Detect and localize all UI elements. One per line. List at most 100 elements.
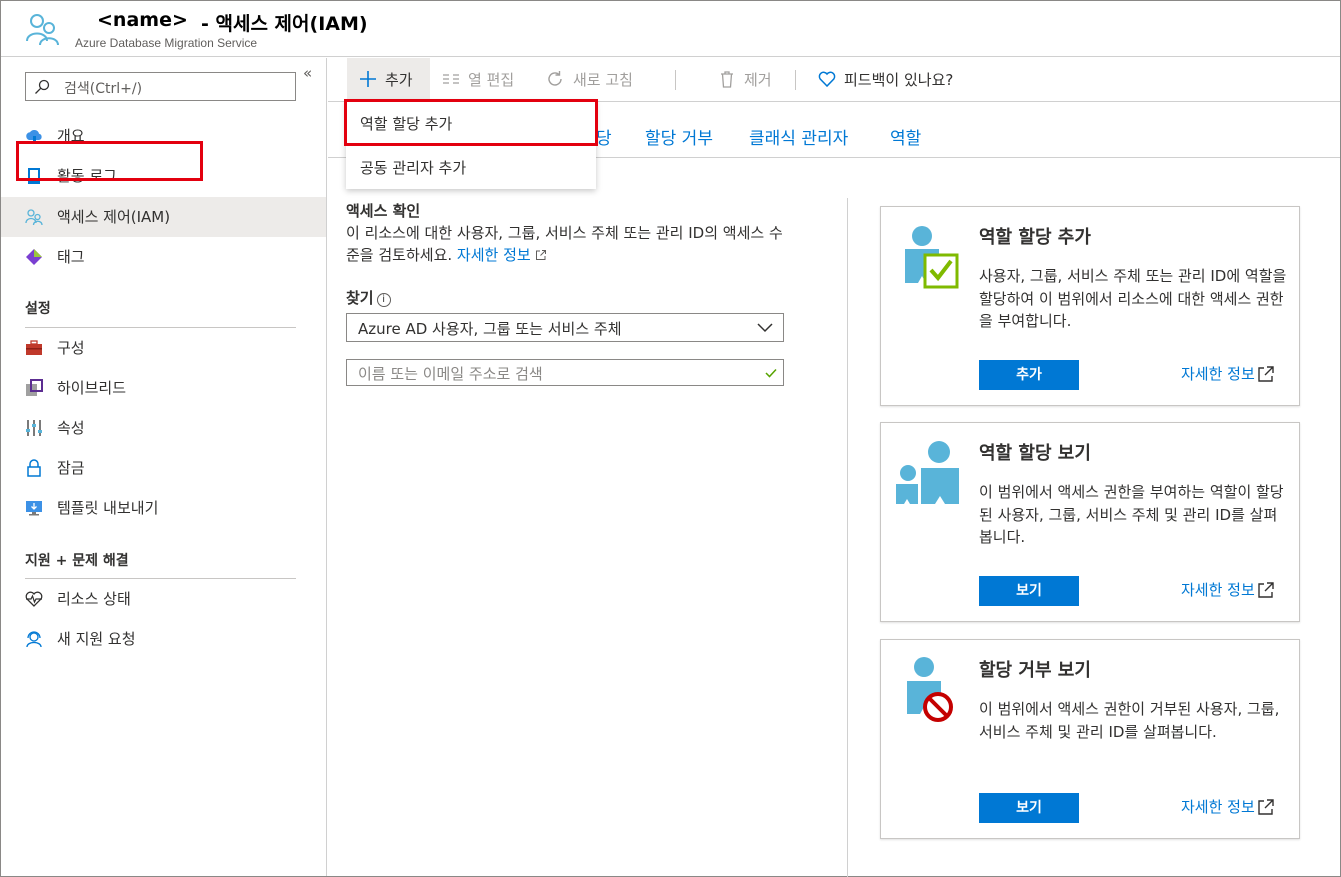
refresh-button[interactable]: 새로 고침: [545, 58, 633, 100]
add-button-label: 추가: [385, 70, 413, 89]
sidebar-item-label: 새 지원 요청: [57, 630, 136, 648]
card-title: 할당 거부 보기: [979, 660, 1091, 681]
collapse-sidebar-button[interactable]: «: [303, 64, 312, 82]
heart-pulse-icon: [25, 591, 43, 607]
users-icon: [26, 14, 59, 46]
section-title-settings: 설정: [25, 301, 51, 317]
remove-label: 제거: [744, 70, 772, 89]
export-template-icon: [26, 501, 42, 516]
learn-more-label: 자세한 정보: [456, 246, 531, 264]
check-access-description: 이 리소스에 대한 사용자, 그룹, 서비스 주체 또는 관리 ID의 액세스 …: [346, 222, 786, 266]
blade-header: <name> - 액세스 제어(IAM) Azure Database Migr…: [1, 1, 1340, 57]
sidebar-item-lock[interactable]: 잠금: [1, 448, 326, 488]
tab-roles[interactable]: 역할: [890, 124, 921, 149]
menu-item-highlight: [344, 99, 598, 146]
resource-name: <name>: [97, 9, 188, 31]
page-title: - 액세스 제어(IAM): [201, 13, 368, 35]
tag-icon: [26, 249, 42, 265]
checkmark-icon: [765, 368, 777, 378]
toolbar-separator: [675, 70, 676, 90]
learn-more-link[interactable]: 자세한 정보: [457, 246, 547, 264]
tab-classic-administrators[interactable]: 클래식 관리자: [749, 124, 848, 149]
sidebar-item-label: 구성: [57, 339, 85, 357]
card-description: 사용자, 그룹, 서비스 주체 또는 관리 ID에 역할을 할당하여 이 범위에…: [979, 267, 1287, 330]
card-learn-more-link[interactable]: 자세한 정보: [1181, 363, 1275, 384]
view-deny-assignments-button[interactable]: 보기: [979, 793, 1079, 823]
chevron-down-icon: [757, 323, 773, 333]
active-item-highlight: [16, 141, 203, 181]
sidebar-item-label: 태그: [57, 248, 85, 266]
add-role-assignment-button[interactable]: 추가: [979, 360, 1079, 390]
card-title: 역할 할당 추가: [979, 227, 1091, 248]
check-access-title: 액세스 확인: [346, 202, 421, 220]
card-view-deny-assignments: 할당 거부 보기 이 범위에서 액세스 권한이 거부된 사용자, 그룹, 서비스…: [880, 639, 1300, 839]
refresh-label: 새로 고침: [573, 70, 633, 89]
sidebar-item-tags[interactable]: 태그: [1, 237, 326, 277]
view-role-assignments-button[interactable]: 보기: [979, 576, 1079, 606]
edit-columns-button[interactable]: 열 편집: [442, 58, 514, 100]
name-email-search-input[interactable]: 이름 또는 이메일 주소로 검색: [346, 359, 784, 386]
sidebar-item-iam[interactable]: 액세스 제어(IAM): [1, 197, 326, 237]
external-link-icon: [535, 250, 546, 260]
external-link-icon: [1258, 581, 1274, 598]
heart-icon: [818, 71, 836, 88]
card-view-role-assignments: 역할 할당 보기 이 범위에서 액세스 권한을 부여하는 역할이 할당된 사용자…: [880, 422, 1300, 622]
card-description: 이 범위에서 액세스 권한이 거부된 사용자, 그룹, 서비스 주체 및 관리 …: [979, 700, 1280, 741]
info-icon[interactable]: i: [376, 293, 391, 307]
card-link-label: 자세한 정보: [1181, 581, 1255, 599]
toolbox-icon: [26, 340, 42, 355]
external-link-icon: [1258, 365, 1274, 382]
tab-deny-assignments[interactable]: 할당 거부: [645, 124, 713, 149]
properties-icon: [26, 420, 42, 436]
find-label-text: 찾기: [346, 289, 374, 307]
sidebar-search-input[interactable]: 검색(Ctrl+/): [25, 72, 296, 101]
hybrid-icon: [26, 379, 43, 396]
sidebar-item-resource-health[interactable]: 리소스 상태: [1, 579, 326, 619]
command-bar: 추가 열 편집 새로 고침 제거 피드백이 있나요?: [328, 58, 1340, 102]
users-group-icon: [896, 441, 959, 504]
content-divider: [847, 198, 848, 877]
sidebar-item-label: 리소스 상태: [57, 590, 131, 608]
columns-icon: [443, 74, 459, 84]
sidebar-item-configuration[interactable]: 구성: [1, 328, 326, 368]
search-icon: [35, 79, 50, 94]
search-placeholder: 이름 또는 이메일 주소로 검색: [358, 365, 543, 383]
sidebar-item-hybrid[interactable]: 하이브리드: [1, 368, 326, 408]
trash-icon: [721, 71, 733, 88]
user-checkmark-icon: [905, 226, 959, 289]
card-learn-more-link[interactable]: 자세한 정보: [1181, 579, 1275, 600]
card-add-role-assignment: 역할 할당 추가 사용자, 그룹, 서비스 주체 또는 관리 ID에 역할을 할…: [880, 206, 1300, 406]
feedback-button[interactable]: 피드백이 있나요?: [818, 58, 953, 100]
card-link-label: 자세한 정보: [1181, 365, 1255, 383]
page-subtitle: Azure Database Migration Service: [75, 36, 258, 50]
sidebar-item-export-template[interactable]: 템플릿 내보내기: [1, 488, 326, 528]
tab-role-assignments[interactable]: 당: [596, 124, 612, 149]
feedback-label: 피드백이 있나요?: [844, 70, 954, 89]
sidebar-item-new-support-request[interactable]: 새 지원 요청: [1, 619, 326, 659]
sidebar-item-label: 하이브리드: [57, 379, 127, 397]
remove-button[interactable]: 제거: [718, 58, 772, 100]
search-placeholder: 검색(Ctrl+/): [64, 81, 143, 97]
refresh-icon: [548, 71, 562, 86]
find-label: 찾기 i: [346, 287, 391, 308]
users-icon: [25, 209, 43, 226]
card-title: 역할 할당 보기: [979, 443, 1091, 464]
user-denied-icon: [907, 657, 953, 722]
check-access-desc-text: 이 리소스에 대한 사용자, 그룹, 서비스 주체 또는 관리 ID의 액세스 …: [346, 224, 783, 264]
plus-icon: [360, 71, 376, 87]
sidebar-item-properties[interactable]: 속성: [1, 408, 326, 448]
toolbar-separator: [795, 70, 796, 90]
sidebar-item-label: 템플릿 내보내기: [57, 499, 159, 517]
card-description: 이 범위에서 액세스 권한을 부여하는 역할이 할당된 사용자, 그룹, 서비스…: [979, 483, 1284, 546]
section-title-support: 지원 + 문제 해결: [25, 553, 129, 569]
sidebar-item-label: 잠금: [57, 459, 85, 477]
support-person-icon: [26, 631, 42, 648]
menu-item-add-co-administrator[interactable]: 공동 관리자 추가: [346, 145, 596, 189]
principal-type-select[interactable]: Azure AD 사용자, 그룹 또는 서비스 주체: [346, 313, 784, 342]
add-button[interactable]: 추가: [347, 58, 430, 100]
card-learn-more-link[interactable]: 자세한 정보: [1181, 796, 1275, 817]
card-link-label: 자세한 정보: [1181, 798, 1255, 816]
principal-type-value: Azure AD 사용자, 그룹 또는 서비스 주체: [358, 320, 622, 338]
sidebar-item-label: 속성: [57, 419, 85, 437]
external-link-icon: [1258, 798, 1274, 815]
